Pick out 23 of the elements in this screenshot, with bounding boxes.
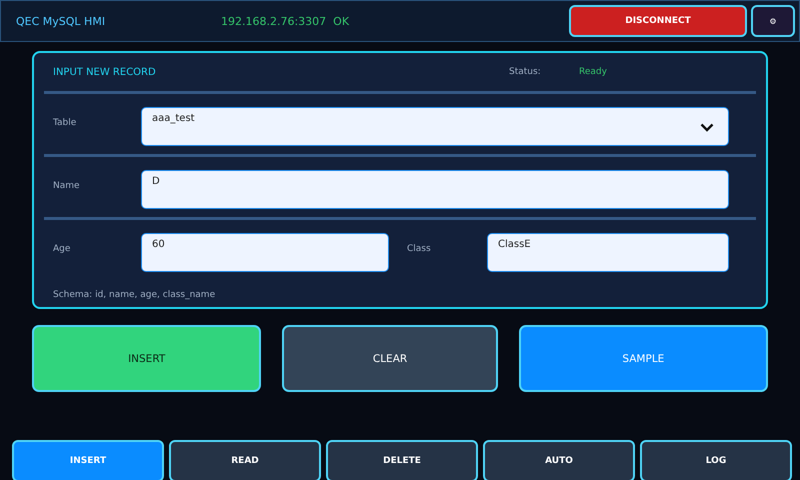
action-button[interactable]: INSERT: [32, 325, 262, 392]
status-value: Ready: [579, 67, 607, 77]
settings-button[interactable]: ⚙: [751, 5, 795, 37]
chevron-down-icon: [700, 123, 714, 132]
field-label: Class: [407, 244, 431, 254]
field-label: Name: [53, 181, 80, 191]
field-label: Table: [53, 118, 76, 128]
nav-tab[interactable]: DELETE: [326, 440, 478, 480]
nav-tab[interactable]: AUTO: [483, 440, 635, 480]
status-label: Status:: [509, 67, 542, 77]
schema-text: Schema: id, name, age, class_name: [52, 289, 216, 300]
class-input[interactable]: ClassE: [487, 233, 729, 272]
connection-status: 192.168.2.76:3307 OK: [221, 14, 350, 28]
nav-tab[interactable]: READ: [169, 440, 321, 480]
name-input[interactable]: D: [141, 170, 729, 209]
age-input[interactable]: 60: [141, 233, 389, 272]
disconnect-button[interactable]: DISCONNECT: [569, 5, 747, 37]
app-title: QEC MySQL HMI: [16, 14, 106, 28]
field-label: Age: [53, 244, 70, 254]
nav-tab[interactable]: LOG: [640, 440, 792, 480]
table-dropdown[interactable]: aaa_test: [141, 107, 729, 146]
form-title: INPUT NEW RECORD: [53, 66, 157, 78]
action-button[interactable]: CLEAR: [282, 325, 498, 392]
